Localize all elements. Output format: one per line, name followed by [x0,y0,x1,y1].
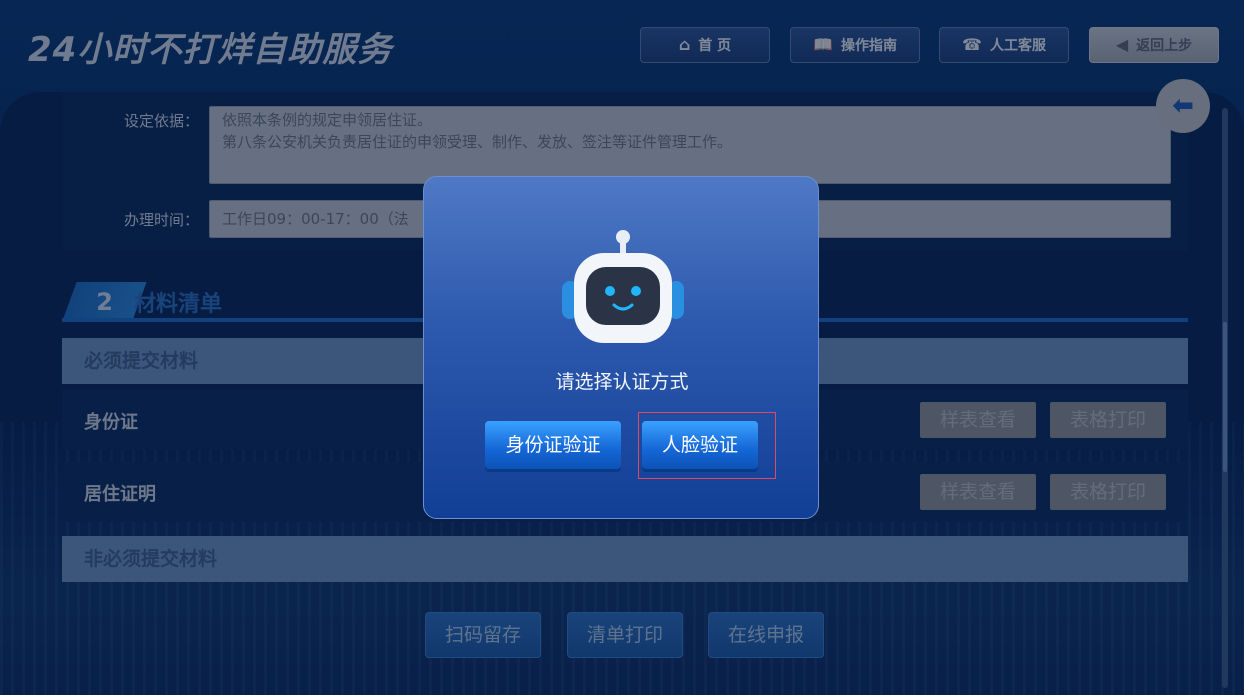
id-card-verify-button[interactable]: 身份证验证 [485,421,621,469]
robot-icon [562,230,684,343]
selection-highlight [638,412,776,479]
dialog-title: 请选择认证方式 [555,371,689,393]
auth-method-dialog: 请选择认证方式 身份证验证 人脸验证 [423,176,819,519]
